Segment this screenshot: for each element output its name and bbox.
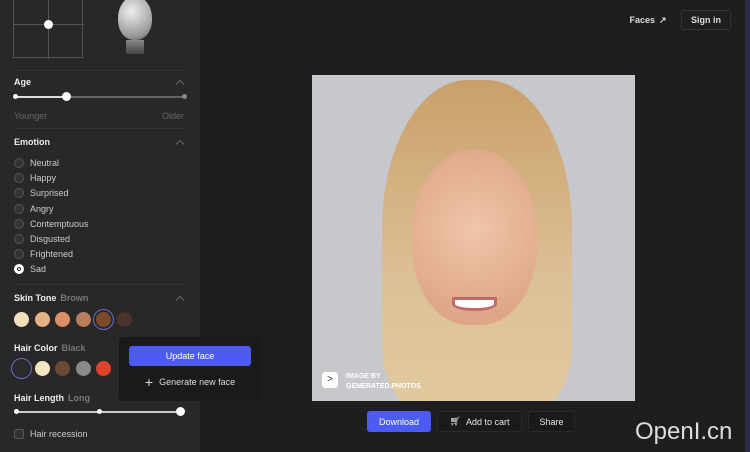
- download-button[interactable]: Download: [367, 411, 431, 432]
- age-title: Age: [14, 77, 32, 87]
- age-max-label: Older: [162, 111, 185, 121]
- hair-length-slider[interactable]: [176, 407, 185, 416]
- action-popup: Update face + Generate new face: [119, 337, 261, 401]
- collapse-skin-icon[interactable]: [175, 295, 185, 305]
- skin-tone-swatch[interactable]: [75, 312, 91, 327]
- emotion-option-happy[interactable]: Happy: [14, 173, 56, 184]
- skin-tone-swatch[interactable]: [34, 312, 50, 327]
- generated-photos-logo-icon: >: [322, 372, 338, 388]
- hair-color-swatch[interactable]: [34, 361, 50, 376]
- hair-color-swatch[interactable]: [14, 361, 29, 376]
- skin-tone-swatch[interactable]: [14, 312, 29, 327]
- head-pose-grid[interactable]: [13, 0, 84, 59]
- hair-length-title: Hair Length Long: [14, 393, 91, 403]
- emotion-option-frightened[interactable]: Frightened: [14, 249, 73, 260]
- hair-length-value: Long: [68, 393, 91, 403]
- add-to-cart-button[interactable]: 🛒︎ Add to cart: [437, 411, 522, 432]
- hair-color-value: Black: [61, 343, 86, 353]
- emotion-option-neutral[interactable]: Neutral: [14, 158, 59, 168]
- plus-icon: +: [144, 374, 154, 390]
- skin-tone-title: Skin Tone Brown: [14, 293, 89, 303]
- emotion-option-surprised[interactable]: Surprised: [14, 188, 69, 199]
- emotion-option-contemptuous[interactable]: Contemptuous: [14, 218, 89, 229]
- external-link-icon: ↗: [658, 14, 667, 25]
- head-preview: [118, 0, 154, 56]
- generate-label: Generate new face: [159, 377, 236, 387]
- age-min-label: Younger: [14, 111, 48, 121]
- hair-recession-checkbox[interactable]: Hair recession: [14, 429, 88, 439]
- generate-new-face-button[interactable]: + Generate new face: [129, 372, 251, 392]
- update-face-button[interactable]: Update face: [129, 346, 251, 366]
- collapse-age-icon[interactable]: [175, 79, 185, 89]
- generated-face-photo: > IMAGE BY GENERATED.PHOTOS: [312, 75, 635, 401]
- skin-tone-value: Brown: [60, 293, 89, 303]
- photo-credit: IMAGE BY GENERATED.PHOTOS: [346, 373, 421, 390]
- pose-handle[interactable]: [44, 20, 53, 29]
- hair-color-swatch[interactable]: [96, 361, 111, 376]
- skin-tone-swatch[interactable]: [116, 312, 132, 327]
- hair-color-swatch[interactable]: [55, 361, 70, 376]
- window-edge: [745, 0, 750, 452]
- emotion-option-angry[interactable]: Angry: [14, 203, 54, 214]
- collapse-emotion-icon[interactable]: [175, 139, 185, 149]
- hair-color-title: Hair Color Black: [14, 343, 86, 353]
- emotion-option-sad[interactable]: Sad: [14, 264, 46, 275]
- site-watermark: OpenI.cn: [635, 418, 733, 445]
- skin-tone-swatch[interactable]: [96, 312, 111, 327]
- hair-color-swatch[interactable]: [75, 361, 91, 376]
- share-button[interactable]: Share: [528, 411, 575, 432]
- age-slider[interactable]: [62, 92, 71, 101]
- cart-icon: 🛒︎: [449, 416, 461, 426]
- emotion-option-disgusted[interactable]: Disgusted: [14, 234, 70, 244]
- hair-recession-label: Hair recession: [30, 429, 88, 439]
- sign-in-button[interactable]: Sign in: [681, 10, 731, 30]
- skin-tone-swatch[interactable]: [55, 312, 70, 327]
- faces-link[interactable]: Faces ↗: [622, 10, 674, 30]
- emotion-title: Emotion: [14, 137, 50, 147]
